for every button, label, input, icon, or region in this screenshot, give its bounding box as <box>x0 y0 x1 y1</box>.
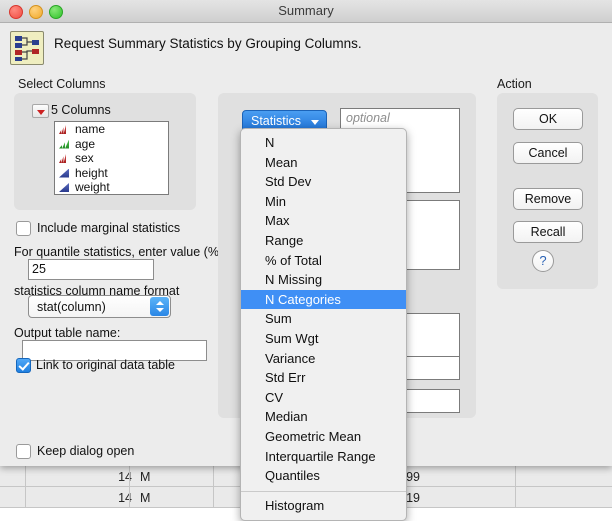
menu-separator <box>241 491 406 492</box>
help-button[interactable]: ? <box>532 250 554 272</box>
table-cell-sex: M <box>140 489 180 507</box>
columns-list[interactable]: name age sex height weight <box>54 121 169 195</box>
menu-item-min[interactable]: Min <box>241 192 406 212</box>
column-name: name <box>75 122 105 136</box>
instruction-bar: Request Summary Statistics by Grouping C… <box>0 23 612 68</box>
continuous-icon <box>59 183 69 192</box>
continuous-icon <box>59 169 69 178</box>
table-cell-age: 14 <box>70 489 132 507</box>
keep-dialog-open-checkbox[interactable] <box>16 444 31 459</box>
statistics-column-name-format-select[interactable]: stat(column) <box>28 295 171 318</box>
column-name: sex <box>75 151 94 165</box>
column-name: age <box>75 137 95 151</box>
menu-item-variance[interactable]: Variance <box>241 349 406 369</box>
menu-item-std-dev[interactable]: Std Dev <box>241 172 406 192</box>
menu-item-n[interactable]: N <box>241 133 406 153</box>
table-cell-age: 14 <box>70 468 132 486</box>
optional-placeholder-text: optional <box>346 111 390 125</box>
window-title: Summary <box>0 0 612 22</box>
include-marginal-statistics-label: Include marginal statistics <box>37 221 180 235</box>
menu-item-interquartile-range[interactable]: Interquartile Range <box>241 447 406 467</box>
menu-item-cv[interactable]: CV <box>241 388 406 408</box>
column-name: weight <box>75 180 110 194</box>
link-to-original-data-table-checkbox[interactable] <box>16 358 31 373</box>
list-item[interactable]: name <box>55 122 168 137</box>
nominal-icon <box>59 125 69 134</box>
list-item[interactable]: sex <box>55 151 168 166</box>
ok-button[interactable]: OK <box>513 108 583 130</box>
table-cell-sex: M <box>140 468 180 486</box>
quantile-statistics-label: For quantile statistics, enter value (%) <box>14 245 223 259</box>
include-marginal-statistics-checkbox[interactable] <box>16 221 31 236</box>
quantile-value-input[interactable]: 25 <box>28 259 154 280</box>
menu-item-sum-wgt[interactable]: Sum Wgt <box>241 329 406 349</box>
cancel-button[interactable]: Cancel <box>513 142 583 164</box>
summary-platform-icon <box>10 31 44 65</box>
output-table-name-label: Output table name: <box>14 326 120 340</box>
menu-item-percent-of-total[interactable]: % of Total <box>241 251 406 271</box>
select-columns-caption: Select Columns <box>18 77 106 91</box>
menu-item-n-categories[interactable]: N Categories <box>241 290 406 310</box>
columns-count-label: 5 Columns <box>51 103 111 117</box>
action-caption: Action <box>497 77 532 91</box>
list-item[interactable]: age <box>55 137 168 152</box>
remove-button[interactable]: Remove <box>513 188 583 210</box>
stepper-icon[interactable] <box>150 297 169 316</box>
column-name: height <box>75 166 108 180</box>
menu-item-histogram[interactable]: Histogram <box>241 496 406 516</box>
instruction-text: Request Summary Statistics by Grouping C… <box>54 36 362 51</box>
statistics-button-label: Statistics <box>251 114 301 128</box>
nominal-icon <box>59 154 69 163</box>
statistics-dropdown-menu[interactable]: N Mean Std Dev Min Max Range % of Total … <box>240 128 407 521</box>
title-bar[interactable]: Summary <box>0 0 612 23</box>
menu-item-median[interactable]: Median <box>241 407 406 427</box>
format-value: stat(column) <box>37 298 106 316</box>
menu-item-mean[interactable]: Mean <box>241 153 406 173</box>
menu-item-geometric-mean[interactable]: Geometric Mean <box>241 427 406 447</box>
menu-item-n-missing[interactable]: N Missing <box>241 270 406 290</box>
menu-item-quantiles[interactable]: Quantiles <box>241 466 406 486</box>
menu-item-max[interactable]: Max <box>241 211 406 231</box>
chevron-down-icon <box>311 120 319 125</box>
list-item[interactable]: height <box>55 166 168 181</box>
menu-item-sum[interactable]: Sum <box>241 309 406 329</box>
keep-dialog-open-label: Keep dialog open <box>37 444 134 458</box>
menu-item-range[interactable]: Range <box>241 231 406 251</box>
ordinal-icon <box>59 140 69 149</box>
link-to-original-data-table-label: Link to original data table <box>36 358 175 372</box>
recall-button[interactable]: Recall <box>513 221 583 243</box>
list-item[interactable]: weight <box>55 180 168 195</box>
red-disclosure-triangle-icon[interactable] <box>32 104 49 118</box>
menu-item-std-err[interactable]: Std Err <box>241 368 406 388</box>
